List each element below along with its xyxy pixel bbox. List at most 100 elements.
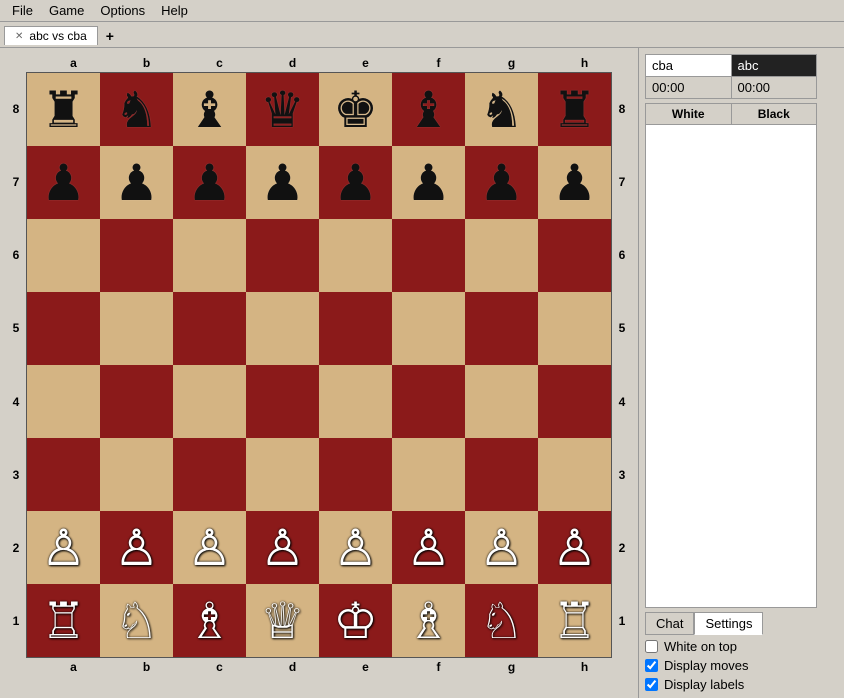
cell-h1[interactable]: ♖ [538, 584, 611, 657]
rank-6-right: 6 [612, 248, 632, 262]
cell-g8[interactable]: ♞ [465, 73, 538, 146]
chess-board[interactable]: ♜♞♝♛♚♝♞♜♟♟♟♟♟♟♟♟♙♙♙♙♙♙♙♙♖♘♗♕♔♗♘♖ [26, 72, 612, 658]
cell-a7[interactable]: ♟ [27, 146, 100, 219]
cell-c3[interactable] [173, 438, 246, 511]
cell-c4[interactable] [173, 365, 246, 438]
white-on-top-checkbox[interactable] [645, 640, 658, 653]
cell-h3[interactable] [538, 438, 611, 511]
menu-file[interactable]: File [4, 1, 41, 20]
rank-8-left: 8 [6, 102, 26, 116]
file-label-g-top: g [475, 56, 548, 70]
rank-labels-right: 8 7 6 5 4 3 2 1 [612, 72, 632, 658]
cell-f7[interactable]: ♟ [392, 146, 465, 219]
cell-b6[interactable] [100, 219, 173, 292]
cell-c6[interactable] [173, 219, 246, 292]
cell-h4[interactable] [538, 365, 611, 438]
cell-a8[interactable]: ♜ [27, 73, 100, 146]
board-container: 8 7 6 5 4 3 2 1 ♜♞♝♛♚♝♞♜♟♟♟♟♟♟♟♟♙♙♙♙♙♙♙♙… [6, 72, 632, 658]
file-label-c-bottom: c [183, 660, 256, 674]
menu-game[interactable]: Game [41, 1, 92, 20]
tab-settings[interactable]: Settings [694, 612, 763, 635]
cell-b3[interactable] [100, 438, 173, 511]
white-on-top-row: White on top [645, 639, 817, 654]
file-label-e-top: e [329, 56, 402, 70]
cell-a4[interactable] [27, 365, 100, 438]
bottom-file-labels: a b c d e f g h [37, 658, 621, 676]
cell-h8[interactable]: ♜ [538, 73, 611, 146]
player2-time: 00:00 [731, 77, 817, 99]
display-moves-checkbox[interactable] [645, 659, 658, 672]
cell-e1[interactable]: ♔ [319, 584, 392, 657]
cell-f3[interactable] [392, 438, 465, 511]
cell-e6[interactable] [319, 219, 392, 292]
cell-c8[interactable]: ♝ [173, 73, 246, 146]
menu-help[interactable]: Help [153, 1, 196, 20]
cell-g6[interactable] [465, 219, 538, 292]
cell-b2[interactable]: ♙ [100, 511, 173, 584]
cell-c7[interactable]: ♟ [173, 146, 246, 219]
file-label-d-bottom: d [256, 660, 329, 674]
cell-d7[interactable]: ♟ [246, 146, 319, 219]
rank-labels-left: 8 7 6 5 4 3 2 1 [6, 72, 26, 658]
cell-g7[interactable]: ♟ [465, 146, 538, 219]
cell-h6[interactable] [538, 219, 611, 292]
cell-f4[interactable] [392, 365, 465, 438]
cell-b7[interactable]: ♟ [100, 146, 173, 219]
tab-game[interactable]: ✕ abc vs cba [4, 26, 98, 45]
cell-d8[interactable]: ♛ [246, 73, 319, 146]
cell-e5[interactable] [319, 292, 392, 365]
cell-a3[interactable] [27, 438, 100, 511]
cell-f8[interactable]: ♝ [392, 73, 465, 146]
cell-a6[interactable] [27, 219, 100, 292]
cell-g4[interactable] [465, 365, 538, 438]
cell-a2[interactable]: ♙ [27, 511, 100, 584]
cell-f6[interactable] [392, 219, 465, 292]
file-label-a-bottom: a [37, 660, 110, 674]
cell-d3[interactable] [246, 438, 319, 511]
cell-f2[interactable]: ♙ [392, 511, 465, 584]
rank-2-right: 2 [612, 541, 632, 555]
cell-e4[interactable] [319, 365, 392, 438]
rank-3-right: 3 [612, 468, 632, 482]
menu-options[interactable]: Options [92, 1, 153, 20]
cell-f1[interactable]: ♗ [392, 584, 465, 657]
settings-panel: White on top Display moves Display label… [645, 639, 817, 692]
cell-b5[interactable] [100, 292, 173, 365]
cell-d6[interactable] [246, 219, 319, 292]
cell-f5[interactable] [392, 292, 465, 365]
rank-1-right: 1 [612, 614, 632, 628]
tab-add-button[interactable]: + [98, 26, 122, 46]
cell-c2[interactable]: ♙ [173, 511, 246, 584]
tab-close-icon[interactable]: ✕ [15, 31, 23, 42]
cell-b1[interactable]: ♘ [100, 584, 173, 657]
cell-b4[interactable] [100, 365, 173, 438]
file-label-e-bottom: e [329, 660, 402, 674]
file-label-g-bottom: g [475, 660, 548, 674]
cell-h2[interactable]: ♙ [538, 511, 611, 584]
cell-a5[interactable] [27, 292, 100, 365]
cell-g2[interactable]: ♙ [465, 511, 538, 584]
cell-g3[interactable] [465, 438, 538, 511]
cell-d5[interactable] [246, 292, 319, 365]
cell-d1[interactable]: ♕ [246, 584, 319, 657]
cell-h7[interactable]: ♟ [538, 146, 611, 219]
cell-a1[interactable]: ♖ [27, 584, 100, 657]
main-container: a b c d e f g h 8 7 6 5 4 3 2 1 ♜♞♝♛♚♝♞♜… [0, 48, 844, 698]
cell-g1[interactable]: ♘ [465, 584, 538, 657]
cell-e7[interactable]: ♟ [319, 146, 392, 219]
cell-c5[interactable] [173, 292, 246, 365]
cell-b8[interactable]: ♞ [100, 73, 173, 146]
cell-e8[interactable]: ♚ [319, 73, 392, 146]
cell-g5[interactable] [465, 292, 538, 365]
cell-c1[interactable]: ♗ [173, 584, 246, 657]
cell-d2[interactable]: ♙ [246, 511, 319, 584]
rank-1-left: 1 [6, 614, 26, 628]
file-label-f-top: f [402, 56, 475, 70]
display-labels-checkbox[interactable] [645, 678, 658, 691]
cell-e2[interactable]: ♙ [319, 511, 392, 584]
cell-d4[interactable] [246, 365, 319, 438]
player1-time: 00:00 [646, 77, 732, 99]
tab-chat[interactable]: Chat [645, 612, 694, 635]
cell-h5[interactable] [538, 292, 611, 365]
cell-e3[interactable] [319, 438, 392, 511]
